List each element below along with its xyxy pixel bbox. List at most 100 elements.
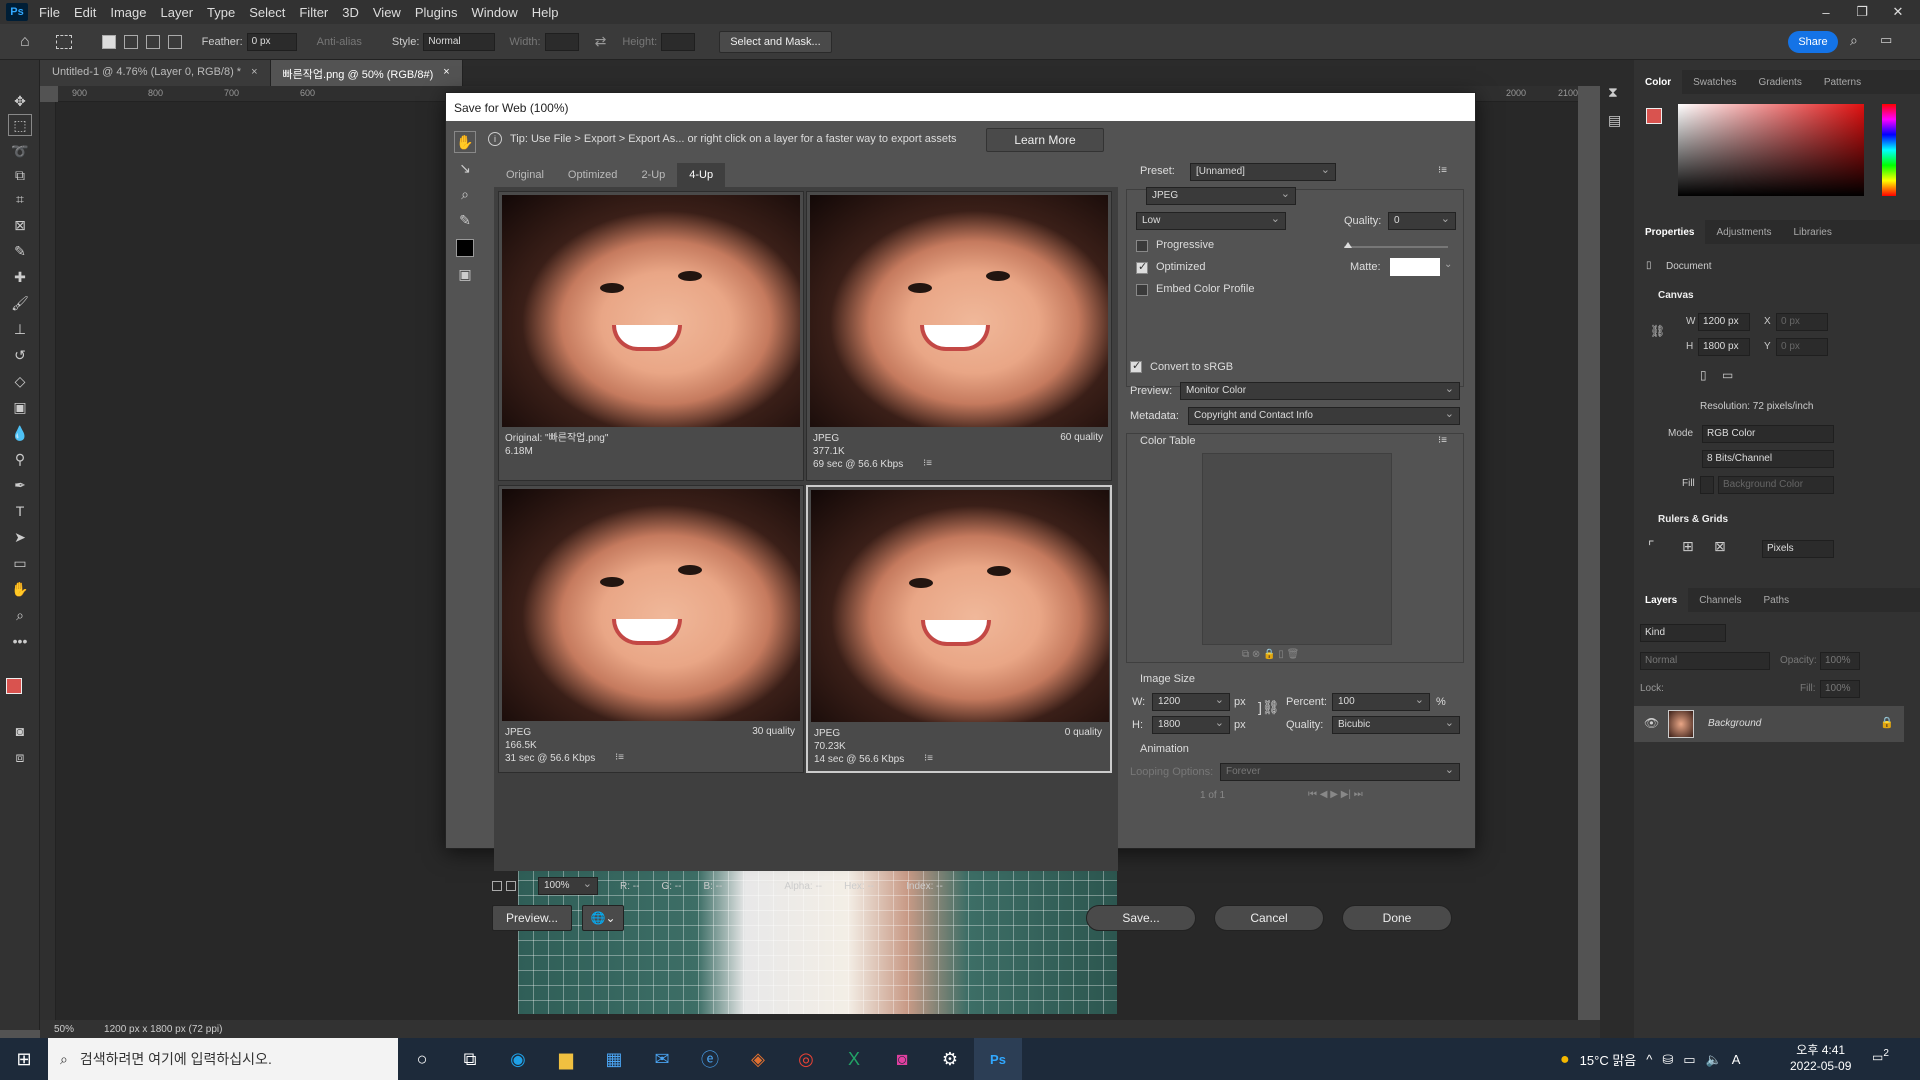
eyedropper-tool-icon[interactable]: ✎ [454,209,476,231]
tab-swatches[interactable]: Swatches [1682,70,1747,94]
height-input[interactable] [661,32,696,51]
volume-icon[interactable]: 🔈 [1706,1052,1722,1068]
mode-select[interactable]: RGB Color [1702,425,1834,443]
layer-kind-filter[interactable]: Kind [1640,624,1726,642]
menu-plugins[interactable]: Plugins [408,5,465,20]
menu-window[interactable]: Window [464,5,524,20]
tab-paths[interactable]: Paths [1753,588,1801,612]
close-icon[interactable]: × [443,66,449,80]
notification-icon[interactable]: ▭2 [1872,1048,1889,1064]
optimized-checkbox[interactable] [1136,260,1148,274]
tab-adjustments[interactable]: Adjustments [1705,220,1782,244]
save-button[interactable]: Save... [1086,905,1196,931]
style-select[interactable]: Normal [423,32,496,51]
close-icon[interactable]: × [251,66,257,80]
restore-button[interactable]: ❐ [1842,0,1882,24]
done-button[interactable]: Done [1342,905,1452,931]
blur-icon[interactable]: 💧 [8,422,32,444]
canvas-height[interactable]: 1800 px [1698,338,1750,356]
path-select-icon[interactable]: ➤ [8,526,32,548]
pane-menu-icon[interactable]: ⁝≡ [924,753,933,764]
zoom-tool-icon[interactable]: ⌕ [454,183,476,205]
tab-untitled-1[interactable]: Untitled-1 @ 4.76% (Layer 0, RGB/8) * × [40,60,271,86]
hand-icon[interactable]: ✋ [8,578,32,600]
metadata-select[interactable]: Copyright and Contact Info [1188,407,1460,425]
menu-select[interactable]: Select [242,5,292,20]
quality-slider-thumb[interactable] [1344,242,1352,248]
tab-color[interactable]: Color [1634,70,1683,94]
menu-edit[interactable]: Edit [67,5,103,20]
object-select-icon[interactable]: ⧉ [8,164,32,186]
home-icon[interactable]: ⌂ [20,33,30,51]
foreground-color-swatch[interactable] [6,678,22,694]
ime-indicator[interactable]: A [1732,1052,1741,1067]
format-select[interactable]: JPEG [1146,187,1296,205]
preset-select[interactable]: [Unnamed] [1190,163,1336,181]
screen-mode-icon[interactable]: ⧈ [8,746,32,768]
blend-mode-select[interactable]: Normal [1640,652,1770,670]
stamp-icon[interactable]: ⊥ [8,318,32,340]
menu-layer[interactable]: Layer [154,5,201,20]
hand-tool-icon[interactable]: ✋ [454,131,476,153]
eyedropper-icon[interactable]: ✎ [8,240,32,262]
tab-original[interactable]: Original [494,163,556,187]
mail-icon[interactable]: ✉ [638,1038,686,1080]
menu-image[interactable]: Image [103,5,153,20]
compression-quality-select[interactable]: Low [1136,212,1286,230]
share-button[interactable]: Share [1788,31,1838,53]
preview-select[interactable]: Monitor Color [1180,382,1460,400]
menu-filter[interactable]: Filter [292,5,335,20]
close-window-button[interactable]: ✕ [1878,0,1918,24]
intersect-selection-icon[interactable] [167,34,182,49]
tray-chevron-icon[interactable]: ^ [1646,1052,1652,1067]
tab-libraries[interactable]: Libraries [1783,220,1843,244]
canvas-x[interactable]: 0 px [1776,313,1828,331]
quality-input[interactable]: 0 [1388,212,1456,230]
brush-icon[interactable]: 🖌 [8,292,32,314]
link-icon[interactable]: ⛓ [1650,324,1665,338]
looping-select[interactable]: Forever [1220,763,1460,781]
foreground-swatch[interactable] [1646,108,1662,124]
color-table-action-icons[interactable]: ⧉ ⊗ 🔒 ▯ 🗑 [1242,649,1299,660]
canvas-width[interactable]: 1200 px [1698,313,1750,331]
menu-file[interactable]: File [32,5,67,20]
learn-more-button[interactable]: Learn More [986,128,1104,152]
toggle-slices-icon[interactable]: ▣ [454,263,476,285]
tab-channels[interactable]: Channels [1688,588,1752,612]
landscape-icon[interactable]: ▭ [1722,368,1733,382]
search-icon[interactable]: ⌕ [1850,32,1858,49]
zoom-select[interactable]: 100% [538,877,598,895]
preview-pane-2[interactable]: JPEG 377.1K 69 sec @ 56.6 Kbps 60 quality … [806,191,1112,481]
internet-explorer-icon[interactable]: ⓔ [686,1038,734,1080]
convert-srgb-checkbox[interactable] [1130,359,1142,373]
pane-menu-icon[interactable]: ⁝≡ [923,458,932,469]
tab-gradients[interactable]: Gradients [1747,70,1812,94]
select-and-mask-button[interactable]: Select and Mask... [719,30,832,53]
edge-icon[interactable]: ◉ [494,1038,542,1080]
frame-icon[interactable]: ⊠ [8,214,32,236]
comments-icon[interactable]: ▤ [1608,112,1621,129]
cortana-icon[interactable]: ○ [398,1038,446,1080]
width-input[interactable]: 1200 [1152,693,1230,711]
new-selection-icon[interactable] [101,34,116,49]
app-icon[interactable]: ◈ [734,1038,782,1080]
preview-pane-3[interactable]: JPEG 166.5K 31 sec @ 56.6 Kbps 30 quality … [498,485,804,773]
layer-row[interactable]: 👁 Background 🔒 [1634,706,1904,742]
menu-view[interactable]: View [366,5,408,20]
dodge-icon[interactable]: ⚲ [8,448,32,470]
move-tool-icon[interactable]: ✥ [8,90,32,112]
chrome-icon[interactable]: ◎ [782,1038,830,1080]
quality-slider[interactable] [1344,246,1448,248]
guides-icon[interactable]: ⊠ [1714,538,1726,555]
weather-text[interactable]: 15°C 맑음 [1580,1050,1637,1069]
feather-input[interactable]: 0 px [246,32,297,51]
tab-patterns[interactable]: Patterns [1813,70,1872,94]
windows-start-icon[interactable]: ⊞ [0,1038,48,1080]
history-icon[interactable]: ⧗ [1608,84,1618,101]
quick-mask-icon[interactable]: ◙ [8,720,32,742]
cancel-button[interactable]: Cancel [1214,905,1324,931]
menu-type[interactable]: Type [200,5,242,20]
clock[interactable]: 오후 4:41 2022-05-09 [1790,1042,1851,1074]
ruler-icon[interactable]: ⌜ [1648,538,1655,555]
network-icon[interactable]: ⛁ [1662,1052,1673,1068]
